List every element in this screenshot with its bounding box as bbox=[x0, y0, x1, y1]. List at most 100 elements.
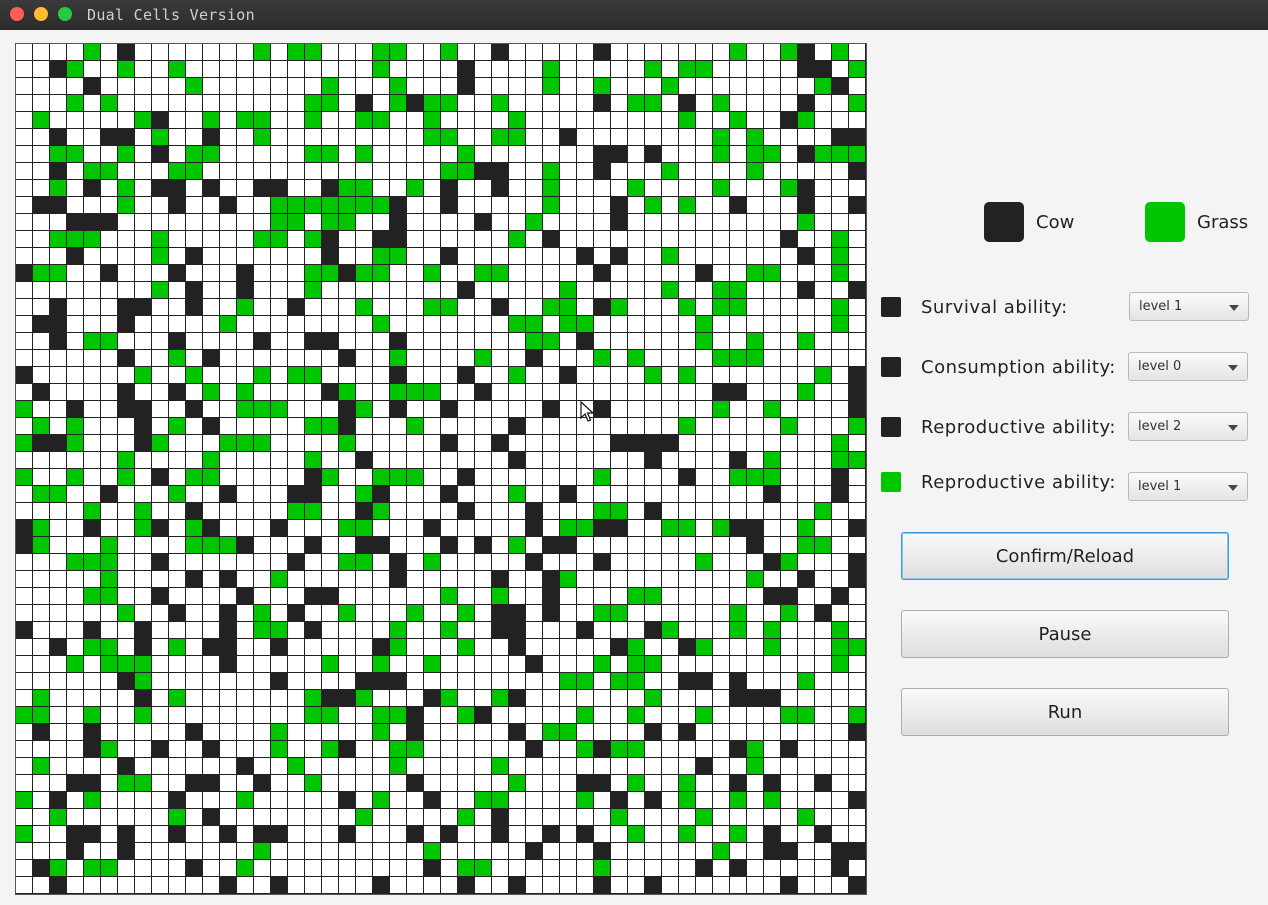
empty-cell[interactable] bbox=[424, 809, 441, 826]
empty-cell[interactable] bbox=[577, 877, 594, 894]
empty-cell[interactable] bbox=[305, 61, 322, 78]
empty-cell[interactable] bbox=[679, 741, 696, 758]
empty-cell[interactable] bbox=[135, 588, 152, 605]
empty-cell[interactable] bbox=[33, 61, 50, 78]
empty-cell[interactable] bbox=[611, 554, 628, 571]
empty-cell[interactable] bbox=[628, 265, 645, 282]
cow-cell[interactable] bbox=[492, 809, 509, 826]
empty-cell[interactable] bbox=[662, 537, 679, 554]
empty-cell[interactable] bbox=[288, 707, 305, 724]
grass-cell[interactable] bbox=[509, 231, 526, 248]
empty-cell[interactable] bbox=[186, 112, 203, 129]
cow-cell[interactable] bbox=[560, 486, 577, 503]
empty-cell[interactable] bbox=[288, 537, 305, 554]
cow-cell[interactable] bbox=[50, 61, 67, 78]
empty-cell[interactable] bbox=[322, 367, 339, 384]
empty-cell[interactable] bbox=[220, 112, 237, 129]
empty-cell[interactable] bbox=[696, 197, 713, 214]
cow-cell[interactable] bbox=[186, 282, 203, 299]
empty-cell[interactable] bbox=[288, 622, 305, 639]
empty-cell[interactable] bbox=[390, 537, 407, 554]
empty-cell[interactable] bbox=[662, 44, 679, 61]
grass-cell[interactable] bbox=[492, 95, 509, 112]
grass-cell[interactable] bbox=[33, 537, 50, 554]
empty-cell[interactable] bbox=[781, 265, 798, 282]
empty-cell[interactable] bbox=[50, 214, 67, 231]
grass-cell[interactable] bbox=[645, 95, 662, 112]
empty-cell[interactable] bbox=[101, 112, 118, 129]
grass-cell[interactable] bbox=[16, 401, 33, 418]
grass-cell[interactable] bbox=[84, 333, 101, 350]
cow-cell[interactable] bbox=[645, 435, 662, 452]
cow-cell[interactable] bbox=[152, 588, 169, 605]
cow-cell[interactable] bbox=[509, 418, 526, 435]
empty-cell[interactable] bbox=[67, 486, 84, 503]
grass-cell[interactable] bbox=[560, 282, 577, 299]
empty-cell[interactable] bbox=[662, 180, 679, 197]
empty-cell[interactable] bbox=[560, 860, 577, 877]
empty-cell[interactable] bbox=[356, 741, 373, 758]
empty-cell[interactable] bbox=[152, 95, 169, 112]
empty-cell[interactable] bbox=[67, 282, 84, 299]
empty-cell[interactable] bbox=[254, 690, 271, 707]
empty-cell[interactable] bbox=[186, 95, 203, 112]
empty-cell[interactable] bbox=[118, 877, 135, 894]
empty-cell[interactable] bbox=[424, 469, 441, 486]
empty-cell[interactable] bbox=[696, 129, 713, 146]
empty-cell[interactable] bbox=[815, 520, 832, 537]
cow-cell[interactable] bbox=[492, 826, 509, 843]
empty-cell[interactable] bbox=[475, 452, 492, 469]
empty-cell[interactable] bbox=[798, 265, 815, 282]
empty-cell[interactable] bbox=[101, 282, 118, 299]
cow-cell[interactable] bbox=[67, 248, 84, 265]
empty-cell[interactable] bbox=[237, 316, 254, 333]
empty-cell[interactable] bbox=[237, 248, 254, 265]
empty-cell[interactable] bbox=[135, 843, 152, 860]
empty-cell[interactable] bbox=[458, 826, 475, 843]
empty-cell[interactable] bbox=[662, 673, 679, 690]
empty-cell[interactable] bbox=[101, 452, 118, 469]
empty-cell[interactable] bbox=[560, 163, 577, 180]
empty-cell[interactable] bbox=[33, 843, 50, 860]
empty-cell[interactable] bbox=[577, 605, 594, 622]
cow-cell[interactable] bbox=[407, 707, 424, 724]
grass-cell[interactable] bbox=[118, 61, 135, 78]
empty-cell[interactable] bbox=[101, 231, 118, 248]
empty-cell[interactable] bbox=[288, 690, 305, 707]
cow-cell[interactable] bbox=[390, 214, 407, 231]
empty-cell[interactable] bbox=[16, 282, 33, 299]
grass-cell[interactable] bbox=[33, 112, 50, 129]
empty-cell[interactable] bbox=[594, 418, 611, 435]
empty-cell[interactable] bbox=[526, 792, 543, 809]
empty-cell[interactable] bbox=[458, 571, 475, 588]
grass-cell[interactable] bbox=[186, 537, 203, 554]
empty-cell[interactable] bbox=[50, 826, 67, 843]
empty-cell[interactable] bbox=[849, 248, 866, 265]
empty-cell[interactable] bbox=[67, 707, 84, 724]
empty-cell[interactable] bbox=[407, 877, 424, 894]
empty-cell[interactable] bbox=[67, 877, 84, 894]
empty-cell[interactable] bbox=[645, 843, 662, 860]
grass-cell[interactable] bbox=[594, 503, 611, 520]
empty-cell[interactable] bbox=[611, 486, 628, 503]
empty-cell[interactable] bbox=[33, 129, 50, 146]
grass-cell[interactable] bbox=[696, 707, 713, 724]
empty-cell[interactable] bbox=[781, 214, 798, 231]
empty-cell[interactable] bbox=[339, 860, 356, 877]
grass-cell[interactable] bbox=[356, 486, 373, 503]
empty-cell[interactable] bbox=[305, 724, 322, 741]
empty-cell[interactable] bbox=[67, 690, 84, 707]
empty-cell[interactable] bbox=[560, 469, 577, 486]
empty-cell[interactable] bbox=[67, 622, 84, 639]
cow-cell[interactable] bbox=[33, 316, 50, 333]
empty-cell[interactable] bbox=[798, 435, 815, 452]
grass-cell[interactable] bbox=[509, 367, 526, 384]
empty-cell[interactable] bbox=[237, 554, 254, 571]
empty-cell[interactable] bbox=[475, 843, 492, 860]
empty-cell[interactable] bbox=[169, 537, 186, 554]
empty-cell[interactable] bbox=[543, 214, 560, 231]
empty-cell[interactable] bbox=[730, 588, 747, 605]
cow-cell[interactable] bbox=[526, 843, 543, 860]
cow-cell[interactable] bbox=[305, 622, 322, 639]
grass-cell[interactable] bbox=[271, 741, 288, 758]
